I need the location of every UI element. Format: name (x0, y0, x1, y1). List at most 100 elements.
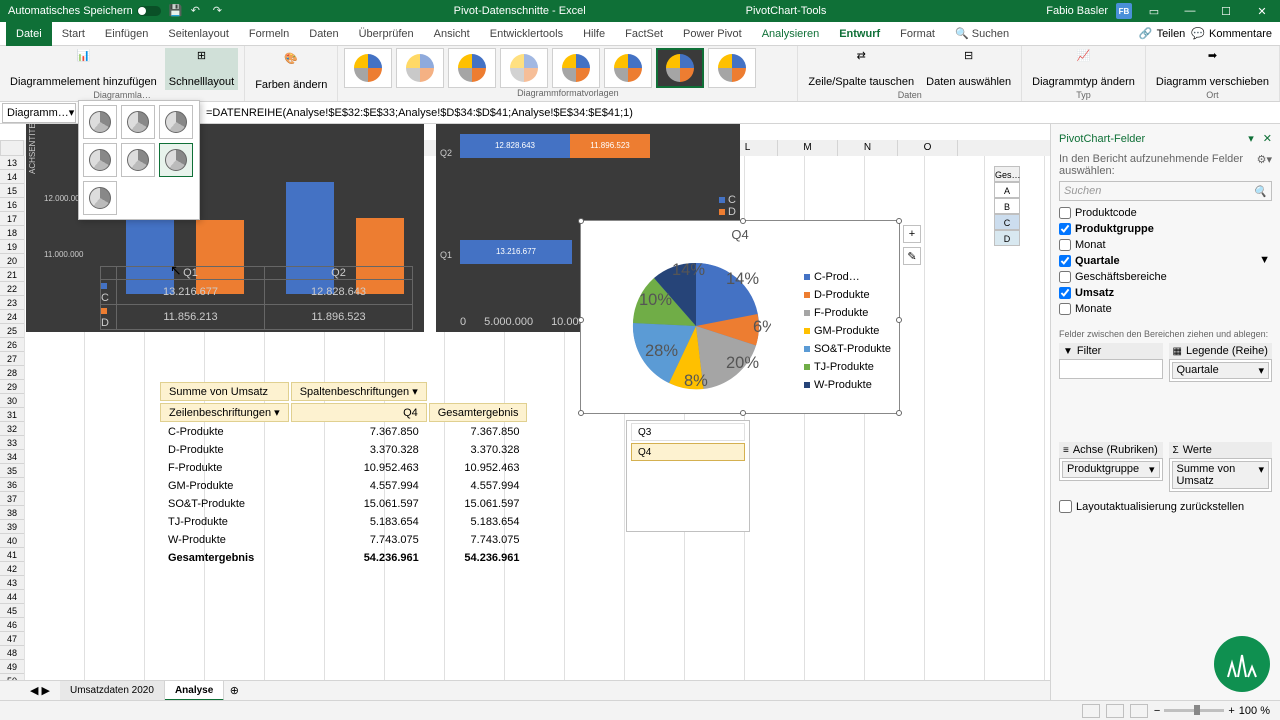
formula-bar[interactable]: =DATENREIHE(Analyse!$E$32:$E$33;Analyse!… (76, 107, 1280, 119)
new-sheet-button[interactable]: ⊕ (224, 684, 244, 697)
user-avatar[interactable]: FB (1116, 3, 1132, 19)
tab-start[interactable]: Start (52, 22, 95, 46)
tab-einfuegen[interactable]: Einfügen (95, 22, 158, 46)
svg-text:10%: 10% (639, 291, 672, 309)
values-pill[interactable]: Summe von Umsatz▾ (1172, 461, 1270, 489)
pivotchart-fields-panel: PivotChart-Felder ▾ ✕ In den Bericht auf… (1050, 124, 1280, 700)
layout-option-5[interactable] (121, 143, 155, 177)
axis-pill[interactable]: Produktgruppe▾ (1062, 461, 1160, 478)
tab-ansicht[interactable]: Ansicht (424, 22, 480, 46)
tab-formeln[interactable]: Formeln (239, 22, 299, 46)
slicer-item-q4[interactable]: Q4 (631, 443, 745, 461)
tab-analysieren[interactable]: Analysieren (752, 22, 829, 46)
values-area[interactable]: Summe von Umsatz▾ (1169, 458, 1273, 492)
tab-powerpivot[interactable]: Power Pivot (673, 22, 752, 46)
normal-view-button[interactable] (1082, 704, 1100, 718)
layout-option-4[interactable] (83, 143, 117, 177)
zoom-slider[interactable] (1164, 709, 1224, 712)
legend-area[interactable]: Quartale▾ (1169, 359, 1273, 382)
pivot-table[interactable]: Summe von UmsatzSpaltenbeschriftungen ▾ … (158, 380, 529, 568)
minimize-button[interactable]: — (1176, 0, 1204, 22)
defer-layout-checkbox[interactable]: Layoutaktualisierung zurückstellen (1059, 500, 1272, 513)
fields-search[interactable]: Suchen🔍 (1059, 181, 1272, 201)
quick-layout-popup (78, 100, 200, 220)
save-icon[interactable]: 💾 (169, 4, 183, 18)
gear-icon[interactable]: ⚙▾ (1257, 153, 1272, 177)
undo-icon[interactable]: ↶ (191, 4, 205, 18)
chart-style-5[interactable] (552, 48, 600, 88)
tab-entwurf[interactable]: Entwurf (829, 22, 890, 46)
fields-dropdown-icon[interactable]: ▾ (1248, 133, 1254, 145)
field-item[interactable]: Quartale (1059, 253, 1272, 269)
pie-chart[interactable]: Q4 14% 6% 20% 8% 28% 10% 14% C-Prod…D-Pr… (580, 220, 900, 414)
share-button[interactable]: 🔗 Teilen (1139, 27, 1185, 40)
svg-text:20%: 20% (726, 354, 759, 372)
pie-plot[interactable]: 14% 6% 20% 8% 28% 10% 14% (621, 251, 771, 401)
field-item[interactable]: Umsatz (1059, 285, 1272, 301)
layout-option-6[interactable] (159, 143, 193, 177)
chart-style-6[interactable] (604, 48, 652, 88)
layout-option-7[interactable] (83, 181, 117, 215)
page-break-view-button[interactable] (1130, 704, 1148, 718)
sheet-tab-umsatz[interactable]: Umsatzdaten 2020 (60, 681, 165, 701)
chart-style-8[interactable] (708, 48, 756, 88)
chart-style-2[interactable] (396, 48, 444, 88)
tab-seitenlayout[interactable]: Seitenlayout (158, 22, 239, 46)
row-headers[interactable]: 1314151617181920212223242526272829303132… (0, 156, 24, 680)
quarter-slicer[interactable]: Q3 Q4 (626, 420, 750, 532)
tab-file[interactable]: Datei (6, 22, 52, 46)
chart-brush-button[interactable]: ✎ (903, 247, 921, 265)
pie-legend[interactable]: C-Prod…D-ProdukteF-ProdukteGM-ProdukteSO… (804, 271, 891, 397)
tab-hilfe[interactable]: Hilfe (573, 22, 615, 46)
chart-style-4[interactable] (500, 48, 548, 88)
select-all-cell[interactable] (0, 140, 24, 156)
zoom-level[interactable]: 100 % (1239, 705, 1270, 717)
chart-style-3[interactable] (448, 48, 496, 88)
maximize-button[interactable]: ☐ (1212, 0, 1240, 22)
field-item[interactable]: Monat (1059, 237, 1272, 253)
close-button[interactable]: ✕ (1248, 0, 1276, 22)
page-layout-view-button[interactable] (1106, 704, 1124, 718)
search-tab[interactable]: 🔍 Suchen (945, 22, 1019, 46)
sheet-tab-analyse[interactable]: Analyse (165, 681, 224, 701)
filter-area[interactable] (1059, 359, 1163, 379)
values-area-header: Σ Werte (1169, 442, 1273, 458)
pie-title[interactable]: Q4 (581, 221, 899, 242)
autosave-toggle[interactable]: Automatisches Speichern (8, 5, 161, 17)
redo-icon[interactable]: ↷ (213, 4, 227, 18)
comments-button[interactable]: 💬 Kommentare (1191, 27, 1272, 40)
layout-option-1[interactable] (83, 105, 117, 139)
select-data-button[interactable]: ⊟Daten auswählen (922, 48, 1015, 90)
field-item[interactable]: Monate (1059, 301, 1272, 317)
axis-area[interactable]: Produktgruppe▾ (1059, 458, 1163, 481)
tab-format[interactable]: Format (890, 22, 945, 46)
chart-style-1[interactable] (344, 48, 392, 88)
field-item[interactable]: Geschäftsbereiche (1059, 269, 1272, 285)
tab-factset[interactable]: FactSet (615, 22, 673, 46)
layout-option-3[interactable] (159, 105, 193, 139)
sheet-nav-icon[interactable]: ◀ ▶ (30, 684, 50, 697)
ribbon-options-icon[interactable]: ▭ (1140, 0, 1168, 22)
close-panel-icon[interactable]: ✕ (1263, 133, 1272, 145)
change-chart-type-button[interactable]: 📈Diagrammtyp ändern (1028, 48, 1139, 90)
layout-option-2[interactable] (121, 105, 155, 139)
move-chart-button[interactable]: ➡Diagramm verschieben (1152, 48, 1273, 90)
change-colors-button[interactable]: 🎨Farben ändern (251, 51, 331, 93)
add-chart-element-button[interactable]: 📊Diagrammelement hinzufügen (6, 48, 161, 90)
zoom-out-button[interactable]: − (1154, 705, 1160, 717)
tab-daten[interactable]: Daten (299, 22, 348, 46)
chart-style-7[interactable] (656, 48, 704, 88)
switch-row-col-button[interactable]: ⇄Zeile/Spalte tauschen (804, 48, 918, 90)
field-item[interactable]: Produktcode (1059, 205, 1272, 221)
filter-icon[interactable]: ▼ (1259, 254, 1270, 266)
mini-slicer[interactable]: Ges… A B C D (994, 166, 1020, 246)
name-box[interactable]: Diagramm…▾ (2, 103, 76, 123)
legend-pill[interactable]: Quartale▾ (1172, 362, 1270, 379)
field-item[interactable]: Produktgruppe (1059, 221, 1272, 237)
chart-plus-button[interactable]: + (903, 225, 921, 243)
slicer-item-q3[interactable]: Q3 (631, 423, 745, 441)
tab-entwicklertools[interactable]: Entwicklertools (480, 22, 573, 46)
tab-ueberpruefen[interactable]: Überprüfen (349, 22, 424, 46)
zoom-in-button[interactable]: + (1228, 705, 1234, 717)
quick-layout-button[interactable]: ⊞Schnelllayout (165, 48, 238, 90)
